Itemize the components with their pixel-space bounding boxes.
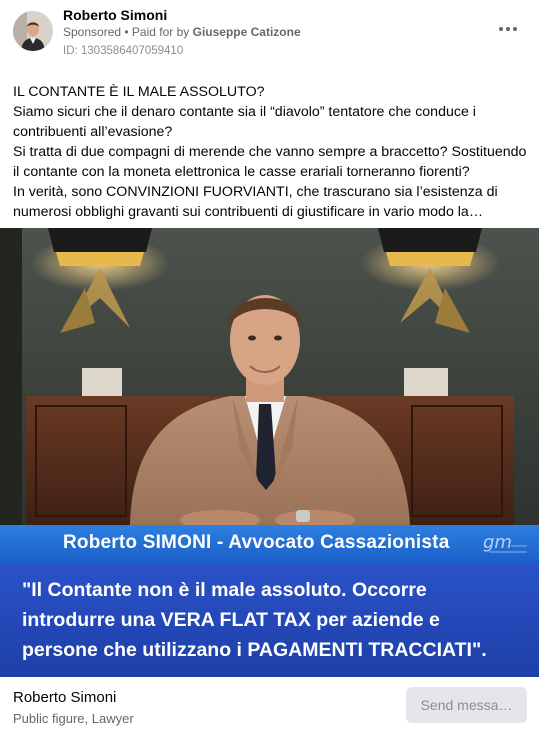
gm-logo: gm xyxy=(481,528,531,558)
avatar[interactable] xyxy=(13,11,53,51)
post-text-line: il contante con la moneta elettronica le… xyxy=(13,164,470,180)
name-banner-text: Roberto SIMONI - Avvocato Cassazionista xyxy=(63,532,450,553)
payer-name: Giuseppe Catizone xyxy=(192,25,301,39)
sponsored-label: Sponsored xyxy=(63,25,122,39)
quote-line: introdurre una VERA FLAT TAX per aziende… xyxy=(22,609,440,631)
ad-card: Roberto Simoni Sponsored • Paid for by G… xyxy=(0,0,539,749)
quote-banner: "Il Contante non è il male assoluto. Occ… xyxy=(0,563,539,677)
post-text-line: contribuenti all’evasione? xyxy=(13,124,173,140)
quote-text: "Il Contante non è il male assoluto. Occ… xyxy=(22,575,527,665)
ad-media[interactable]: Roberto SIMONI - Avvocato Cassazionista … xyxy=(0,228,539,677)
ad-id: ID: 1303586407059410 xyxy=(63,45,184,57)
name-banner: Roberto SIMONI - Avvocato Cassazionista … xyxy=(0,525,539,563)
post-text-line[interactable]: numerosi obblighi gravanti sui contribue… xyxy=(13,202,528,222)
post-text: IL CONTANTE È IL MALE ASSOLUTO? Siamo si… xyxy=(13,82,528,222)
paid-for-prefix: • Paid for by xyxy=(121,25,193,39)
post-text-line: IL CONTANTE È IL MALE ASSOLUTO? xyxy=(13,84,265,100)
post-text-line: Siamo sicuri che il denaro contante sia … xyxy=(13,104,476,120)
post-text-line: In verità, sono CONVINZIONI FUORVIANTI, … xyxy=(13,184,498,200)
quote-line: persone che utilizzano i PAGAMENTI TRACC… xyxy=(22,639,487,661)
post-text-line: Si tratta di due compagni di merende che… xyxy=(13,144,527,160)
sponsored-meta: Sponsored • Paid for by Giuseppe Catizon… xyxy=(63,25,301,39)
svg-text:gm: gm xyxy=(483,532,512,553)
footer-page-category: Public figure, Lawyer xyxy=(13,711,134,726)
quote-line: "Il Contante non è il male assoluto. Occ… xyxy=(22,579,427,601)
author-name[interactable]: Roberto Simoni xyxy=(63,7,167,23)
send-message-button[interactable]: Send messa… xyxy=(406,687,527,723)
more-horizontal-icon[interactable] xyxy=(497,22,519,36)
footer-page-name[interactable]: Roberto Simoni xyxy=(13,689,116,706)
ad-photo xyxy=(0,228,539,525)
